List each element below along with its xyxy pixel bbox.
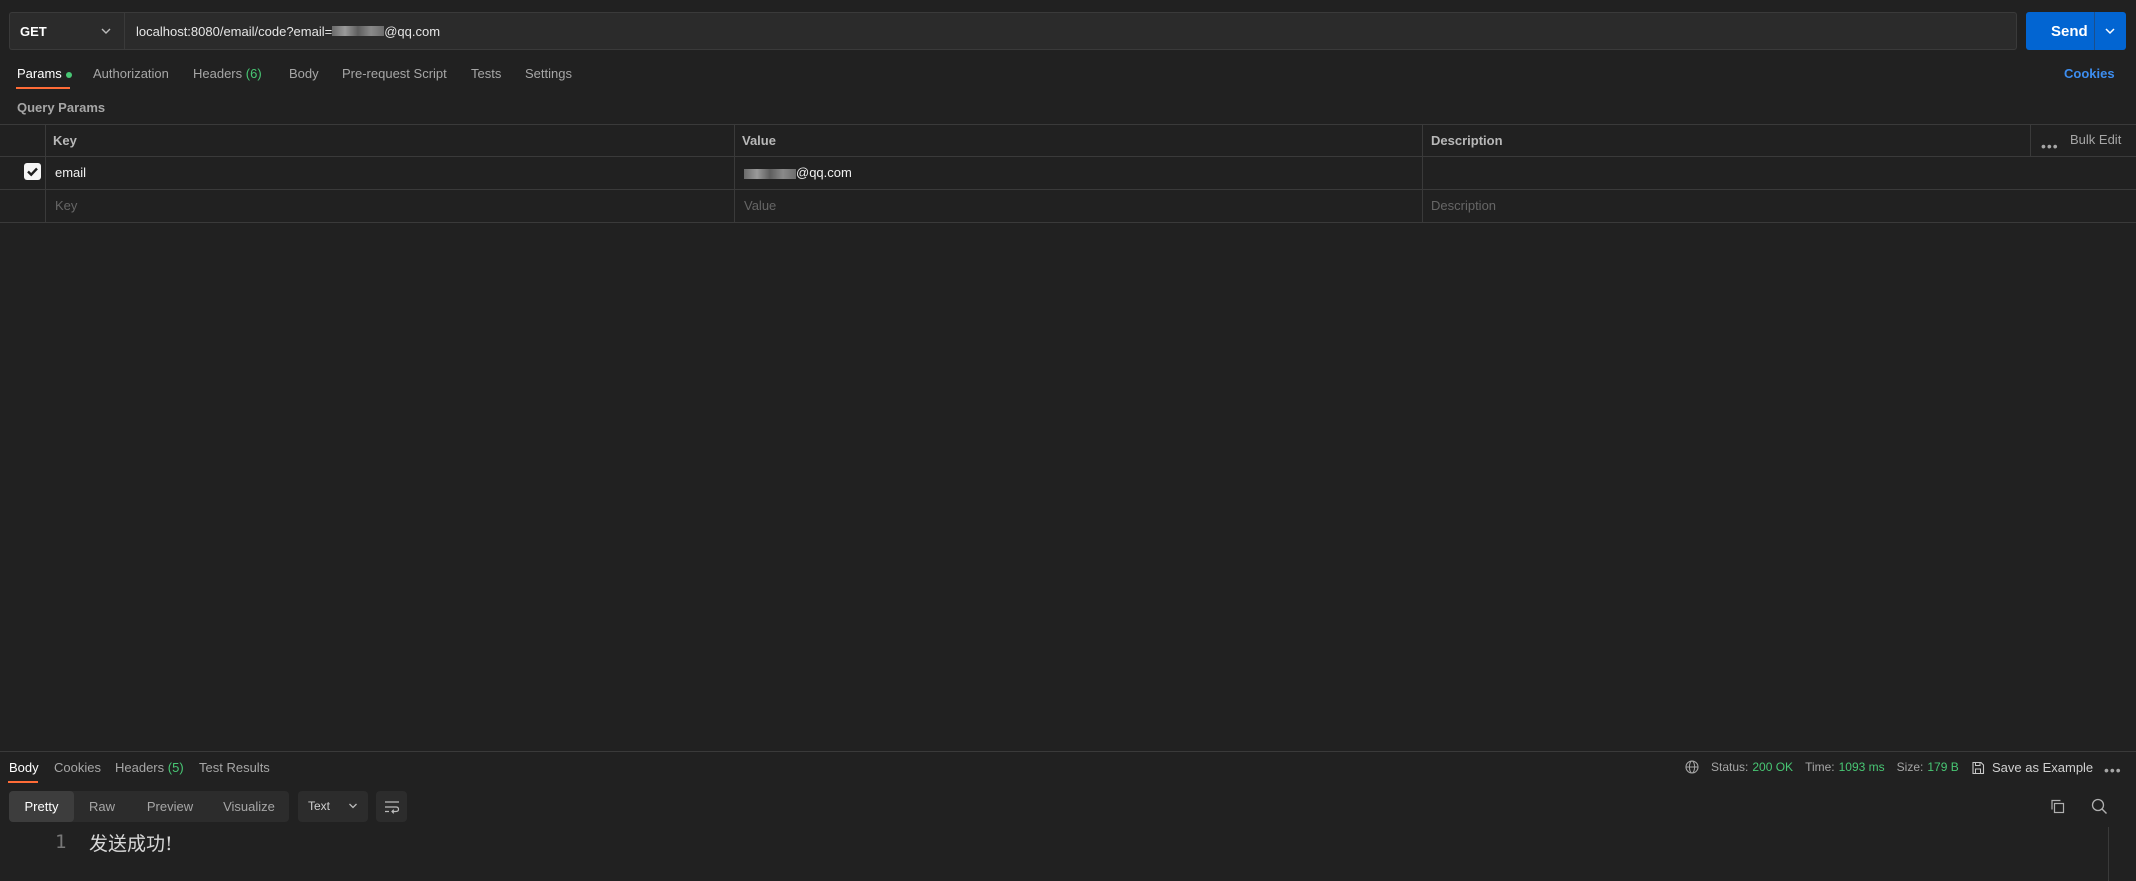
param-enabled-checkbox[interactable] xyxy=(24,163,41,180)
tab-headers-label: Headers xyxy=(193,66,243,81)
column-header-key: Key xyxy=(53,133,77,148)
table-border xyxy=(0,189,2136,190)
table-border xyxy=(0,222,2136,223)
column-header-value: Value xyxy=(742,133,776,148)
tab-tests[interactable]: Tests xyxy=(471,66,501,81)
save-as-example-button[interactable]: Save as Example xyxy=(1971,760,2093,775)
more-options-icon[interactable]: ••• xyxy=(2104,762,2122,778)
tab-pre-request-script[interactable]: Pre-request Script xyxy=(342,66,447,81)
tab-body[interactable]: Body xyxy=(289,66,319,81)
url-prefix: localhost:8080/email/code?email= xyxy=(136,23,333,39)
globe-icon[interactable] xyxy=(1685,760,1699,774)
param-value-suffix: @qq.com xyxy=(796,165,852,180)
table-border xyxy=(0,124,2136,125)
status-value[interactable]: 200 OK xyxy=(1752,760,1793,774)
column-header-description: Description xyxy=(1431,133,1503,148)
response-tab-headers-label: Headers xyxy=(115,760,165,775)
tab-tests-label: Tests xyxy=(471,66,502,81)
url-input[interactable]: localhost:8080/email/code?email= @qq.com xyxy=(124,12,2017,50)
time-label: Time: xyxy=(1805,760,1835,774)
method-label: GET xyxy=(20,23,47,39)
new-param-value-input[interactable]: Value xyxy=(744,198,776,213)
tab-settings[interactable]: Settings xyxy=(525,66,572,81)
response-tab-headers[interactable]: Headers (5) xyxy=(115,760,184,775)
cookies-link[interactable]: Cookies xyxy=(2064,66,2115,81)
format-label: Text xyxy=(308,799,331,813)
tab-params-label: Params xyxy=(17,66,62,81)
table-column-divider xyxy=(734,124,735,222)
wrap-lines-button[interactable] xyxy=(376,791,407,822)
view-pretty-button[interactable]: Pretty xyxy=(9,791,74,822)
line-number: 1 xyxy=(55,831,67,853)
query-params-heading: Query Params xyxy=(17,100,106,115)
chevron-down-icon xyxy=(348,801,358,811)
param-value[interactable]: @qq.com xyxy=(744,165,852,180)
chevron-down-icon xyxy=(100,25,112,37)
table-column-divider xyxy=(45,124,46,222)
view-preview-button[interactable]: Preview xyxy=(133,791,207,822)
new-param-description-input[interactable]: Description xyxy=(1431,198,1496,213)
table-column-divider xyxy=(1422,124,1423,222)
response-meta: Status: 200 OK Time: 1093 ms Size: 179 B xyxy=(1685,760,1959,774)
editor-scrollbar[interactable] xyxy=(2108,827,2109,881)
size-value[interactable]: 179 B xyxy=(1927,760,1958,774)
redacted-email xyxy=(332,26,385,36)
table-column-divider xyxy=(2030,124,2031,156)
format-select[interactable]: Text xyxy=(298,791,368,822)
response-tab-cookies[interactable]: Cookies xyxy=(54,760,101,775)
url-suffix: @qq.com xyxy=(384,23,441,39)
wrap-lines-icon xyxy=(384,800,400,814)
chevron-down-icon xyxy=(2104,25,2116,37)
response-headers-count: (5) xyxy=(167,760,184,775)
save-as-example-label: Save as Example xyxy=(1992,760,2094,775)
tab-settings-label: Settings xyxy=(525,66,572,81)
response-tab-body[interactable]: Body xyxy=(9,760,39,775)
bulk-edit-button[interactable]: Bulk Edit xyxy=(2070,132,2121,147)
tab-pre-request-label: Pre-request Script xyxy=(342,66,447,81)
method-select[interactable]: GET xyxy=(9,12,124,50)
redacted-email xyxy=(744,168,796,179)
checkmark-icon xyxy=(24,163,41,180)
time-value[interactable]: 1093 ms xyxy=(1839,760,1885,774)
table-border xyxy=(0,156,2136,157)
response-body-text[interactable]: 发送成功! xyxy=(89,829,173,856)
new-param-key-input[interactable]: Key xyxy=(55,198,77,213)
tab-authorization[interactable]: Authorization xyxy=(93,66,169,81)
send-options-button[interactable] xyxy=(2094,12,2125,50)
params-active-dot xyxy=(65,71,72,78)
response-divider[interactable] xyxy=(0,751,2136,752)
tab-headers[interactable]: Headers (6) xyxy=(193,66,262,81)
param-key[interactable]: email xyxy=(55,165,86,180)
view-visualize-button[interactable]: Visualize xyxy=(213,791,285,822)
save-icon xyxy=(1971,761,1985,775)
search-icon[interactable] xyxy=(2091,798,2108,815)
view-raw-button[interactable]: Raw xyxy=(77,791,127,822)
tab-body-label: Body xyxy=(289,66,319,81)
status-label: Status: xyxy=(1711,760,1749,774)
tab-params[interactable]: Params xyxy=(17,66,72,81)
tab-authorization-label: Authorization xyxy=(93,66,169,81)
size-label: Size: xyxy=(1896,760,1924,774)
active-tab-indicator xyxy=(8,781,38,783)
send-label: Send xyxy=(2051,22,2088,40)
headers-count: (6) xyxy=(245,66,262,81)
copy-icon[interactable] xyxy=(2050,799,2065,814)
active-tab-indicator xyxy=(16,87,70,89)
more-options-icon[interactable]: ••• xyxy=(2041,138,2059,154)
response-tab-test-results[interactable]: Test Results xyxy=(199,760,270,775)
